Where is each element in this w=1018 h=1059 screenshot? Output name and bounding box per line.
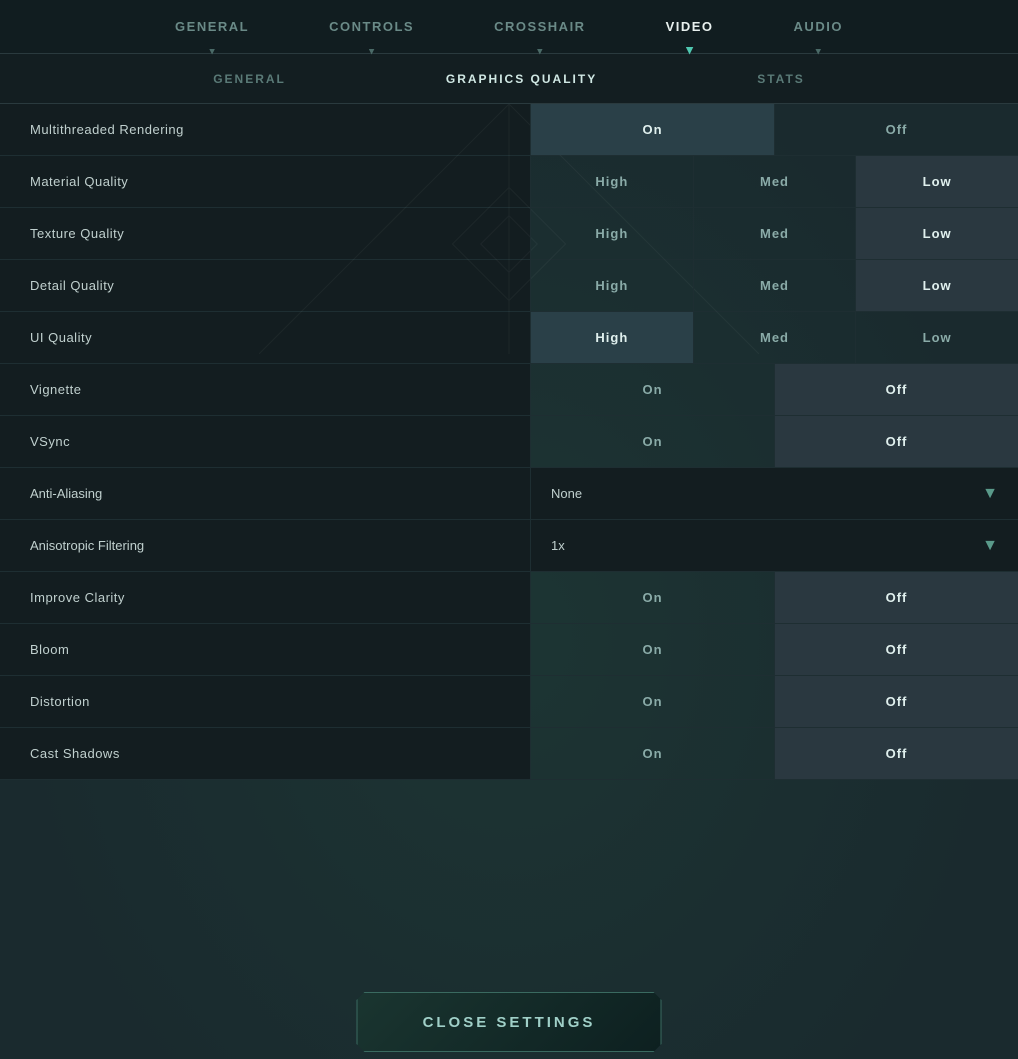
option-high-detail[interactable]: High bbox=[530, 260, 693, 311]
option-med-detail[interactable]: Med bbox=[693, 260, 856, 311]
setting-label-improve-clarity: Improve Clarity bbox=[0, 572, 530, 623]
option-off-cast-shadows[interactable]: Off bbox=[774, 728, 1018, 779]
subnav-item-general[interactable]: GENERAL bbox=[133, 54, 366, 104]
dropdown-antialiasing[interactable]: None ▼ bbox=[530, 468, 1018, 519]
close-settings-container: CLOSE SETTINGS bbox=[357, 985, 662, 1059]
table-row: Improve Clarity On Off bbox=[0, 572, 1018, 624]
dropdown-anisotropic[interactable]: 1x ▼ bbox=[530, 520, 1018, 571]
dropdown-value-antialiasing: None bbox=[551, 486, 582, 501]
nav-item-controls[interactable]: CONTROLS bbox=[289, 0, 454, 54]
nav-item-general[interactable]: GENERAL bbox=[135, 0, 289, 54]
setting-options-distortion: On Off bbox=[530, 676, 1018, 727]
option-off-vignette[interactable]: Off bbox=[774, 364, 1018, 415]
setting-label-bloom: Bloom bbox=[0, 624, 530, 675]
settings-table: Multithreaded Rendering On Off Material … bbox=[0, 104, 1018, 780]
setting-label-vignette: Vignette bbox=[0, 364, 530, 415]
option-on-improve-clarity[interactable]: On bbox=[530, 572, 774, 623]
option-med-texture[interactable]: Med bbox=[693, 208, 856, 259]
option-med-material[interactable]: Med bbox=[693, 156, 856, 207]
option-off-improve-clarity[interactable]: Off bbox=[774, 572, 1018, 623]
table-row: Bloom On Off bbox=[0, 624, 1018, 676]
table-row: VSync On Off bbox=[0, 416, 1018, 468]
setting-label-distortion: Distortion bbox=[0, 676, 530, 727]
nav-item-crosshair[interactable]: CROSSHAIR bbox=[454, 0, 626, 54]
setting-label-texture: Texture Quality bbox=[0, 208, 530, 259]
close-settings-button[interactable]: CLOSE SETTINGS bbox=[357, 992, 662, 1052]
setting-options-multithreaded: On Off bbox=[530, 104, 1018, 155]
setting-label-vsync: VSync bbox=[0, 416, 530, 467]
option-low-texture[interactable]: Low bbox=[855, 208, 1018, 259]
table-row: UI Quality High Med Low bbox=[0, 312, 1018, 364]
nav-item-video[interactable]: VIDEO bbox=[626, 0, 754, 54]
option-off-distortion[interactable]: Off bbox=[774, 676, 1018, 727]
table-row: Detail Quality High Med Low bbox=[0, 260, 1018, 312]
option-high-material[interactable]: High bbox=[530, 156, 693, 207]
setting-options-improve-clarity: On Off bbox=[530, 572, 1018, 623]
option-low-material[interactable]: Low bbox=[855, 156, 1018, 207]
setting-options-material: High Med Low bbox=[530, 156, 1018, 207]
setting-label-antialiasing: Anti-Aliasing bbox=[0, 468, 530, 519]
chevron-down-icon: ▼ bbox=[982, 537, 998, 555]
chevron-down-icon: ▼ bbox=[982, 485, 998, 503]
sub-nav: GENERAL GRAPHICS QUALITY STATS bbox=[0, 54, 1018, 104]
table-row: Anti-Aliasing None ▼ bbox=[0, 468, 1018, 520]
setting-label-ui: UI Quality bbox=[0, 312, 530, 363]
setting-label-material: Material Quality bbox=[0, 156, 530, 207]
setting-options-ui: High Med Low bbox=[530, 312, 1018, 363]
setting-options-texture: High Med Low bbox=[530, 208, 1018, 259]
setting-options-vignette: On Off bbox=[530, 364, 1018, 415]
option-off-vsync[interactable]: Off bbox=[774, 416, 1018, 467]
setting-options-detail: High Med Low bbox=[530, 260, 1018, 311]
top-nav: GENERAL CONTROLS CROSSHAIR VIDEO AUDIO bbox=[0, 0, 1018, 54]
option-on-bloom[interactable]: On bbox=[530, 624, 774, 675]
option-on-vsync[interactable]: On bbox=[530, 416, 774, 467]
setting-options-bloom: On Off bbox=[530, 624, 1018, 675]
table-row: Vignette On Off bbox=[0, 364, 1018, 416]
table-row: Material Quality High Med Low bbox=[0, 156, 1018, 208]
nav-item-audio[interactable]: AUDIO bbox=[754, 0, 883, 54]
option-low-detail[interactable]: Low bbox=[855, 260, 1018, 311]
option-on-multithreaded[interactable]: On bbox=[530, 104, 774, 155]
table-row: Anisotropic Filtering 1x ▼ bbox=[0, 520, 1018, 572]
setting-options-vsync: On Off bbox=[530, 416, 1018, 467]
option-med-ui[interactable]: Med bbox=[693, 312, 856, 363]
setting-label-multithreaded: Multithreaded Rendering bbox=[0, 104, 530, 155]
setting-options-cast-shadows: On Off bbox=[530, 728, 1018, 779]
table-row: Multithreaded Rendering On Off bbox=[0, 104, 1018, 156]
option-high-ui[interactable]: High bbox=[530, 312, 693, 363]
option-low-ui[interactable]: Low bbox=[855, 312, 1018, 363]
option-off-multithreaded[interactable]: Off bbox=[774, 104, 1018, 155]
option-on-cast-shadows[interactable]: On bbox=[530, 728, 774, 779]
table-row: Cast Shadows On Off bbox=[0, 728, 1018, 780]
dropdown-value-anisotropic: 1x bbox=[551, 538, 565, 553]
setting-label-detail: Detail Quality bbox=[0, 260, 530, 311]
option-off-bloom[interactable]: Off bbox=[774, 624, 1018, 675]
option-on-distortion[interactable]: On bbox=[530, 676, 774, 727]
option-high-texture[interactable]: High bbox=[530, 208, 693, 259]
table-row: Texture Quality High Med Low bbox=[0, 208, 1018, 260]
subnav-item-stats[interactable]: STATS bbox=[677, 54, 885, 104]
option-on-vignette[interactable]: On bbox=[530, 364, 774, 415]
table-row: Distortion On Off bbox=[0, 676, 1018, 728]
subnav-item-graphics-quality[interactable]: GRAPHICS QUALITY bbox=[366, 54, 677, 104]
setting-label-cast-shadows: Cast Shadows bbox=[0, 728, 530, 779]
setting-label-anisotropic: Anisotropic Filtering bbox=[0, 520, 530, 571]
